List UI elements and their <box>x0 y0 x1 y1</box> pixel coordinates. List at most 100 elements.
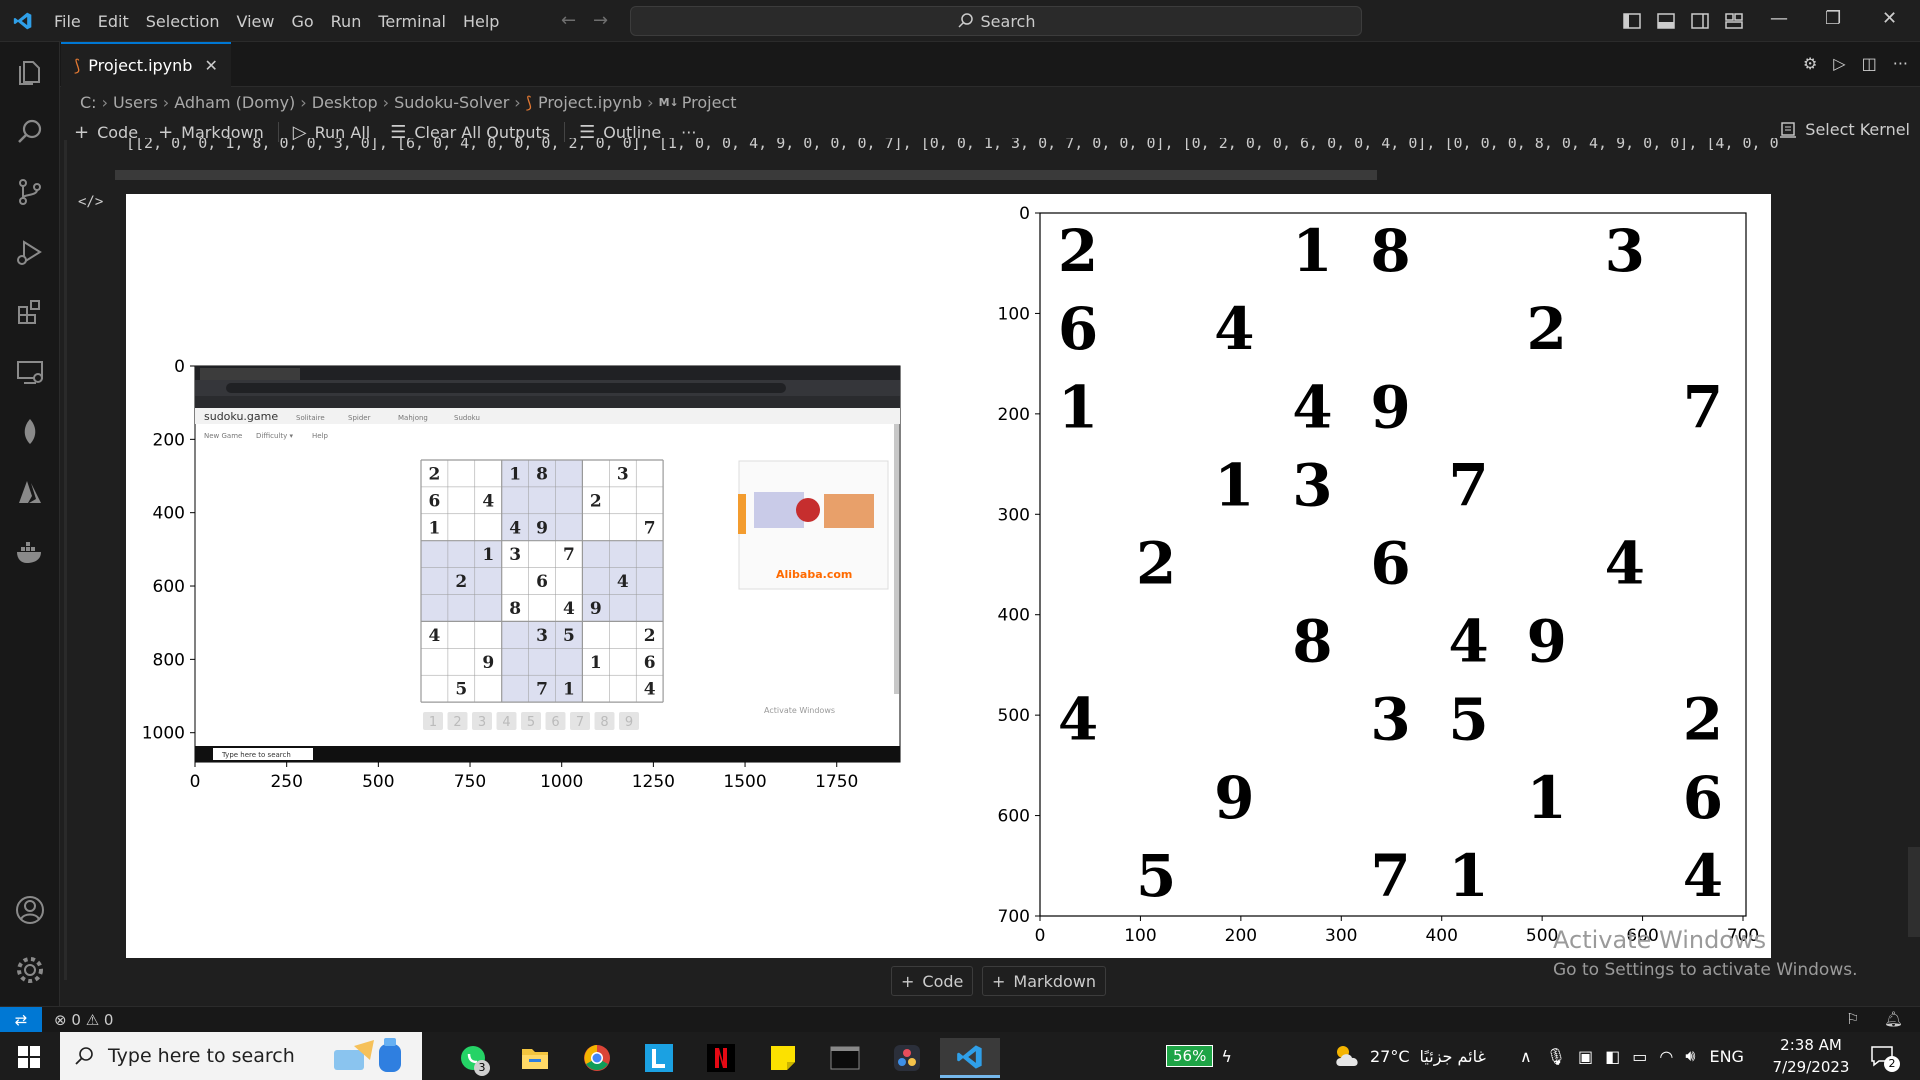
mini-board-digit: 4 <box>617 572 629 592</box>
taskbar-l-app-icon[interactable] <box>636 1038 682 1078</box>
wifi-icon[interactable]: ◠ <box>1659 1047 1673 1066</box>
add-markdown-cell-bottom-button[interactable]: + Markdown <box>982 966 1107 996</box>
accounts-broadcast-icon[interactable]: ⚐ <box>1846 1010 1859 1028</box>
show-hidden-icons-chevron-icon[interactable]: ∧ <box>1520 1047 1532 1066</box>
close-window-icon[interactable]: ✕ <box>1882 8 1897 29</box>
menu-run[interactable]: Run <box>331 12 362 31</box>
customize-layout-icon[interactable] <box>1724 11 1744 31</box>
run-debug-icon[interactable] <box>12 234 48 270</box>
plot-output: sudoku.game Solitaire Spider Mahjong Sud… <box>126 194 1771 958</box>
windows-start-icon[interactable] <box>18 1046 40 1068</box>
volume-icon[interactable]: 🔊︎ <box>1685 1046 1695 1066</box>
account-icon[interactable] <box>12 892 48 928</box>
left-y-tick-label: 800 <box>153 650 185 670</box>
menu-file[interactable]: File <box>54 12 81 31</box>
breadcrumb-file[interactable]: Project.ipynb <box>538 93 642 112</box>
toggle-sidebar-icon[interactable] <box>1622 11 1642 31</box>
battery-tray-icon[interactable]: ▭ <box>1632 1047 1647 1066</box>
menu-view[interactable]: View <box>237 12 275 31</box>
mini-board-digit: 2 <box>429 464 441 484</box>
taskbar-whatsapp-icon[interactable]: 3 <box>450 1038 496 1078</box>
breadcrumb-users[interactable]: Users <box>113 93 158 112</box>
layout-controls <box>1622 11 1758 31</box>
taskbar-vscode-icon[interactable] <box>940 1038 1000 1078</box>
microphone-icon[interactable]: 🎙︎ <box>1546 1047 1566 1066</box>
minimize-icon[interactable]: — <box>1770 8 1788 29</box>
split-editor-icon[interactable]: ◫ <box>1862 54 1877 73</box>
azure-icon[interactable] <box>12 474 48 510</box>
right-subplot: 2 1 8 36 4 21 4 9 71 3 72 6 48 4 94 3 5 29 1 65 7 1 4 01002003… <box>998 204 1760 946</box>
warning-count: 0 <box>103 1011 114 1029</box>
tab-close-icon[interactable]: ✕ <box>204 56 217 75</box>
mini-numpad-digit: 9 <box>625 715 633 730</box>
source-control-icon[interactable] <box>12 174 48 210</box>
taskbar-search-box[interactable]: Type here to search <box>60 1032 422 1080</box>
back-arrow-icon[interactable]: ← <box>561 10 576 31</box>
taskbar-terminal-icon[interactable] <box>822 1038 868 1078</box>
chevron-right-icon: › <box>300 92 307 112</box>
plus-icon: + <box>901 971 915 991</box>
docker-icon[interactable] <box>12 534 48 570</box>
mini-board-digit: 6 <box>644 653 656 673</box>
menu-edit[interactable]: Edit <box>98 12 129 31</box>
menu-help[interactable]: Help <box>463 12 499 31</box>
breadcrumb-drive[interactable]: C: <box>80 93 97 112</box>
weather-widget[interactable]: 27°C غائم جزئيًا <box>1332 1032 1486 1080</box>
screenshot-menu-item: New Game <box>204 432 242 440</box>
notification-center[interactable]: 2 <box>1870 1032 1900 1080</box>
mini-board-digit: 8 <box>509 599 521 619</box>
forward-arrow-icon[interactable]: → <box>593 10 608 31</box>
mini-board-digit: 9 <box>482 653 494 673</box>
restore-icon[interactable]: ❐ <box>1825 8 1841 29</box>
command-center-search[interactable]: Search <box>630 6 1362 36</box>
run-notebook-icon[interactable]: ▷ <box>1833 54 1845 73</box>
taskbar-netflix-icon[interactable] <box>698 1038 744 1078</box>
tab-project-ipynb[interactable]: ⟆ Project.ipynb ✕ <box>61 42 231 87</box>
select-kernel-button[interactable]: Select Kernel <box>1779 120 1910 139</box>
battery-indicator[interactable]: 56% ϟ <box>1166 1032 1232 1080</box>
sudoku-digit: 1 <box>1527 764 1567 832</box>
notebook-settings-gear-icon[interactable]: ⚙ <box>1803 54 1817 73</box>
sudoku-digit: 1 <box>1058 373 1098 441</box>
menu-go[interactable]: Go <box>291 12 313 31</box>
mini-board-digit: 9 <box>536 518 548 538</box>
breadcrumb-desktop[interactable]: Desktop <box>312 93 378 112</box>
menu-selection[interactable]: Selection <box>146 12 220 31</box>
input-language[interactable]: ENG <box>1709 1047 1743 1066</box>
problems-indicator[interactable]: ⊗ 0 ⚠ 0 <box>54 1011 113 1029</box>
remote-indicator-icon[interactable]: ⇄ <box>0 1007 42 1033</box>
weather-temperature: 27°C <box>1370 1046 1410 1066</box>
camera-icon[interactable]: ◧ <box>1605 1047 1620 1066</box>
settings-gear-icon[interactable] <box>12 952 48 988</box>
taskbar-davinci-resolve-icon[interactable] <box>884 1038 930 1078</box>
sudoku-digit: 2 <box>1527 295 1567 363</box>
toggle-panel-icon[interactable] <box>1656 11 1676 31</box>
screenshot-menu-item: Difficulty ▾ <box>256 432 293 440</box>
mini-numpad-digit: 6 <box>551 715 559 730</box>
output-horizontal-scrollbar[interactable] <box>115 170 1377 180</box>
sudoku-digit: 5 <box>1448 686 1488 754</box>
more-actions-icon[interactable]: ··· <box>1893 54 1908 73</box>
mongodb-leaf-icon[interactable] <box>12 414 48 450</box>
display-icon[interactable]: ▣ <box>1578 1047 1593 1066</box>
taskbar-sticky-notes-icon[interactable] <box>760 1038 806 1078</box>
search-view-icon[interactable] <box>12 114 48 150</box>
mini-board-digit: 1 <box>590 653 602 673</box>
taskbar-clock[interactable]: 2:38 AM 7/29/2023 <box>1760 1034 1862 1078</box>
remote-explorer-icon[interactable] <box>12 354 48 390</box>
menu-terminal[interactable]: Terminal <box>378 12 446 31</box>
extensions-icon[interactable] <box>12 294 48 330</box>
mini-board-digit: 7 <box>536 680 548 700</box>
taskbar-chrome-icon[interactable] <box>574 1038 620 1078</box>
breadcrumb-user[interactable]: Adham (Domy) <box>174 93 295 112</box>
notifications-bell-icon[interactable]: 🔔︎ <box>1884 1010 1903 1028</box>
mini-board-digit: 4 <box>429 626 441 646</box>
explorer-icon[interactable] <box>12 54 48 90</box>
taskbar-file-explorer-icon[interactable] <box>512 1038 558 1078</box>
breadcrumb-section[interactable]: Project <box>682 93 737 112</box>
output-code-icon[interactable]: </> <box>78 194 103 210</box>
add-code-cell-bottom-button[interactable]: + Code <box>891 966 974 996</box>
toggle-secondary-sidebar-icon[interactable] <box>1690 11 1710 31</box>
breadcrumb-folder[interactable]: Sudoku-Solver <box>394 93 509 112</box>
vertical-scrollbar-thumb[interactable] <box>1908 847 1920 937</box>
